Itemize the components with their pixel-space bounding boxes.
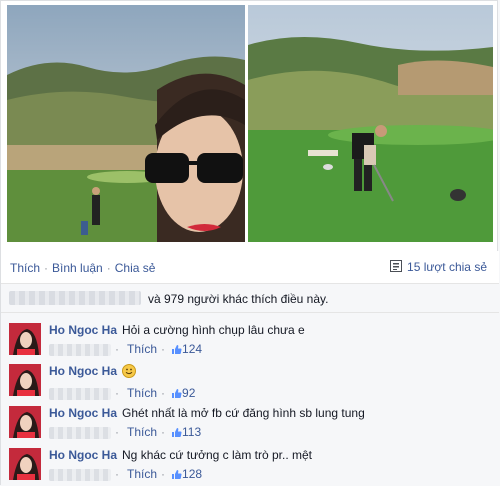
- comment-meta: · Thích · 124: [49, 342, 489, 356]
- comment-item: Ho Ngoc Ha Ghét nhất là mở fb cứ đăng hìn…: [9, 406, 489, 444]
- comment-like-count[interactable]: 128: [182, 467, 202, 481]
- comment-text: Ng khác cứ tưởng c làm trò pr.. mệt: [122, 448, 313, 462]
- blurred-timestamp: [49, 343, 111, 356]
- photo-golf[interactable]: [248, 5, 493, 242]
- thumbs-up-icon: [171, 469, 182, 483]
- comment-item: Ho Ngoc Ha Hỏi a cường hình chụp lâu chưa…: [9, 323, 489, 361]
- separator-dot: ·: [115, 342, 119, 356]
- avatar[interactable]: [9, 406, 41, 438]
- comment-link[interactable]: Bình luận: [52, 261, 103, 275]
- separator-dot: ·: [161, 386, 166, 400]
- smiley-icon: [122, 364, 137, 381]
- post-card: Thích · Bình luận · Chia sẻ 15 lượt chia sẻ …: [0, 0, 499, 486]
- blurred-names: [9, 291, 141, 305]
- comment-like-count[interactable]: 113: [182, 425, 201, 439]
- photo-selfie[interactable]: [7, 5, 245, 242]
- comment-author[interactable]: Ho Ngoc Ha: [49, 364, 117, 378]
- comment-like-link[interactable]: Thích: [127, 342, 157, 356]
- thumbs-up-icon: [171, 388, 182, 402]
- separator-dot: ·: [115, 467, 119, 481]
- photo-row: [7, 5, 493, 242]
- comment-meta: · Thích · 113: [49, 425, 489, 439]
- comment-like-link[interactable]: Thích: [127, 467, 157, 481]
- likes-summary: và 979 người khác thích điều này.: [1, 284, 499, 313]
- comment-body: Ho Ngoc Ha Hỏi a cường hình chụp lâu chưa…: [49, 323, 489, 356]
- like-link[interactable]: Thích: [10, 261, 40, 275]
- comment-body: Ho Ngoc Ha Ghét nhất là mở fb cứ đăng hìn…: [49, 406, 489, 439]
- avatar[interactable]: [9, 323, 41, 355]
- blurred-timestamp: [49, 426, 111, 439]
- comment-meta: · Thích · 92: [49, 386, 489, 400]
- share-count-link[interactable]: 15 lượt chia sẻ: [390, 260, 487, 275]
- separator-dot: ·: [161, 342, 166, 356]
- avatar[interactable]: [9, 364, 41, 396]
- separator-dot: ·: [115, 386, 119, 400]
- comment-item: Ho Ngoc Ha Ng khác cứ tưởng c làm trò pr.…: [9, 448, 489, 486]
- thumbs-up-icon: [171, 427, 182, 441]
- comment-body: Ho Ngoc Ha Ng khác cứ tưởng c làm trò pr.…: [49, 448, 489, 481]
- comment-like-link[interactable]: Thích: [127, 425, 157, 439]
- comment-like-link[interactable]: Thích: [127, 386, 157, 400]
- blurred-timestamp: [49, 387, 111, 400]
- avatar[interactable]: [9, 448, 41, 480]
- comments-list: Ho Ngoc Ha Hỏi a cường hình chụp lâu chưa…: [1, 313, 499, 486]
- comment-text: Hỏi a cường hình chụp lâu chưa e: [122, 323, 305, 337]
- share-link[interactable]: Chia sẻ: [115, 261, 156, 275]
- separator-dot: ·: [161, 425, 166, 439]
- likes-text[interactable]: và 979 người khác thích điều này.: [148, 292, 328, 306]
- separator-dot: ·: [44, 261, 49, 275]
- comment-body: Ho Ngoc Ha · Thích · 92: [49, 364, 489, 400]
- comment-like-count[interactable]: 92: [182, 386, 195, 400]
- action-links: Thích · Bình luận · Chia sẻ: [10, 261, 155, 275]
- comment-item: Ho Ngoc Ha · Thích · 92: [9, 364, 489, 402]
- comment-author[interactable]: Ho Ngoc Ha: [49, 323, 117, 337]
- action-bar: Thích · Bình luận · Chia sẻ 15 lượt chia sẻ: [1, 251, 499, 284]
- comment-author[interactable]: Ho Ngoc Ha: [49, 448, 117, 462]
- comment-text: Ghét nhất là mở fb cứ đăng hình sb lung …: [122, 406, 365, 420]
- thumbs-up-icon: [171, 344, 182, 358]
- share-icon: [390, 260, 403, 275]
- comment-meta: · Thích · 128: [49, 467, 489, 481]
- comment-author[interactable]: Ho Ngoc Ha: [49, 406, 117, 420]
- comment-like-count[interactable]: 124: [182, 342, 202, 356]
- blurred-timestamp: [49, 468, 111, 481]
- share-count-label: 15 lượt chia sẻ: [407, 260, 487, 274]
- separator-dot: ·: [161, 467, 166, 481]
- separator-dot: ·: [115, 425, 119, 439]
- separator-dot: ·: [106, 261, 111, 275]
